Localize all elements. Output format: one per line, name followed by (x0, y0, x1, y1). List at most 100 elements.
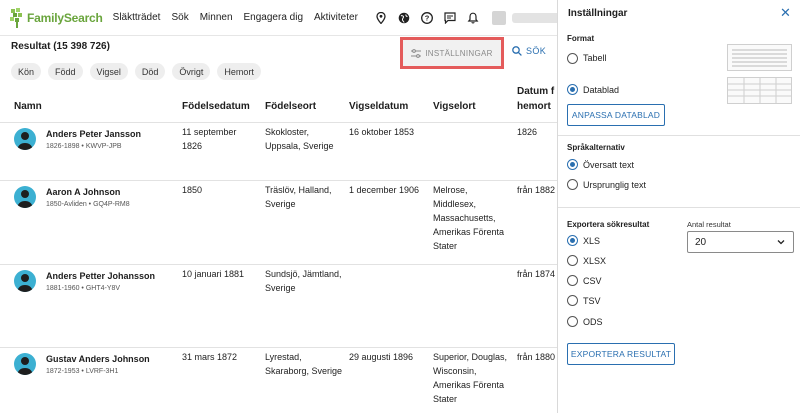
cell-birth-place: Uppsala, Sverige (265, 141, 334, 151)
cell-birth-place: Sverige (265, 283, 296, 293)
export-label-csv: CSV (583, 276, 602, 286)
table-row[interactable]: Anders Peter Jansson 1826-1898 • KWVP-JPB… (0, 122, 557, 180)
cell-marriage-date: 16 oktober 1853 (349, 127, 415, 137)
cell-birth-date: 10 januari 1881 (182, 269, 245, 279)
export-radio-tsv[interactable] (567, 295, 578, 306)
cell-marriage-date: 1 december 1906 (349, 185, 420, 195)
cell-marriage-place: Middlesex, (433, 199, 477, 209)
nav-icons: ? (375, 10, 572, 25)
settings-button[interactable]: INSTÄLLNINGAR (400, 37, 504, 69)
person-name-link[interactable]: Aaron A Johnson (46, 187, 120, 197)
panel-divider (558, 207, 800, 208)
column-header-name[interactable]: Namn (14, 101, 42, 112)
export-radio-ods[interactable] (567, 316, 578, 327)
language-section-title: Språkalternativ (567, 143, 625, 152)
cell-residence-date: från 1880 (517, 352, 556, 362)
search-label: SÖK (526, 46, 547, 56)
filter-chips: Kön Född Vigsel Död Övrigt Hemort (11, 63, 268, 80)
export-results-button[interactable]: EXPORTERA RESULTAT (567, 343, 675, 365)
export-label-tsv: TSV (583, 296, 601, 306)
customize-datasheet-button[interactable]: ANPASSA DATABLAD (567, 104, 665, 126)
format-radio-datasheet[interactable] (567, 84, 578, 95)
result-count-label: Antal resultat (687, 220, 731, 229)
sliders-icon (411, 48, 422, 58)
column-header-marriage-place[interactable]: Vigselort (433, 101, 476, 112)
help-icon[interactable]: ? (420, 11, 433, 24)
format-section-title: Format (567, 34, 595, 43)
user-avatar[interactable] (491, 10, 506, 25)
table-row[interactable]: Anders Petter Johansson 1881-1960 • GHT4-… (0, 264, 557, 347)
format-label-table: Tabell (583, 53, 607, 63)
cell-marriage-place: Massachusetts, (433, 213, 496, 223)
table-row[interactable]: Gustav Anders Johnson 1872-1953 • LVRF-3H… (0, 347, 557, 413)
format-label-datasheet: Datablad (583, 85, 620, 95)
column-header-birth-date[interactable]: Födelsedatum (182, 101, 250, 112)
cell-marriage-place: Amerikas Förenta (433, 380, 505, 390)
cell-marriage-place: Stater (433, 241, 458, 251)
cell-birth-date: 31 mars 1872 (182, 352, 238, 362)
cell-birth-place: Skokloster, (265, 127, 310, 137)
cell-birth-place: Sundsjö, Jämtland, (265, 269, 342, 279)
nav-item-memories[interactable]: Minnen (200, 12, 233, 23)
column-header-residence: hemort (517, 101, 551, 112)
nav-item-family-tree[interactable]: Släktträdet (113, 12, 161, 23)
nav-menu: Släktträdet Sök Minnen Engagera dig Akti… (113, 12, 369, 23)
cell-residence-date: från 1874 (517, 269, 556, 279)
cell-birth-date: 1826 (182, 141, 203, 151)
column-header-birth-place[interactable]: Födelseort (265, 101, 316, 112)
globe-icon[interactable] (398, 12, 410, 24)
person-avatar-icon (14, 270, 36, 292)
result-count-select[interactable]: 20 (687, 231, 794, 253)
language-radio-original[interactable] (567, 179, 578, 190)
table-row[interactable]: Aaron A Johnson 1850-Avliden • GQ4P-RM8 18… (0, 180, 557, 264)
filter-chip-birth[interactable]: Född (48, 63, 83, 80)
nav-item-search[interactable]: Sök (171, 12, 188, 23)
person-lifespan-id: 1850-Avliden • GQ4P-RM8 (46, 201, 130, 208)
cell-birth-place: Sverige (265, 199, 296, 209)
search-button[interactable]: SÖK (512, 46, 546, 56)
filter-chip-death[interactable]: Död (134, 63, 166, 80)
filter-chip-marriage[interactable]: Vigsel (89, 63, 128, 80)
cell-birth-date: 1850 (182, 185, 203, 195)
format-radio-table[interactable] (567, 53, 578, 64)
person-name-link[interactable]: Anders Peter Jansson (46, 129, 141, 139)
cell-residence-date: från 1882 (517, 185, 556, 195)
chevron-down-icon (777, 240, 785, 245)
filter-chip-residence[interactable]: Hemort (217, 63, 261, 80)
nav-item-activities[interactable]: Aktiviteter (314, 12, 358, 23)
export-radio-csv[interactable] (567, 275, 578, 286)
export-label-xls: XLS (583, 236, 601, 246)
export-radio-xls[interactable] (567, 235, 578, 246)
filter-chip-gender[interactable]: Kön (11, 63, 42, 80)
map-pin-icon[interactable] (375, 11, 387, 24)
panel-title: Inställningar (568, 8, 628, 19)
person-name-link[interactable]: Anders Petter Johansson (46, 271, 155, 281)
language-radio-translated[interactable] (567, 159, 578, 170)
cell-birth-place: Lyrestad, (265, 352, 302, 362)
close-icon[interactable]: ✕ (780, 5, 791, 21)
messages-icon[interactable] (444, 11, 456, 24)
person-name-link[interactable]: Gustav Anders Johnson (46, 354, 150, 364)
cell-birth-place: Träslöv, Halland, (265, 185, 332, 195)
column-header-residence-date[interactable]: Datum f (517, 86, 554, 97)
export-radio-xlsx[interactable] (567, 255, 578, 266)
export-label-xlsx: XLSX (583, 256, 607, 266)
tree-logo-icon (10, 7, 22, 28)
export-label-ods: ODS (583, 317, 603, 327)
familysearch-logo[interactable]: FamilySearch (10, 7, 103, 28)
person-lifespan-id: 1881-1960 • GHT4-Y8V (46, 285, 121, 292)
cell-marriage-date: 29 augusti 1896 (349, 352, 414, 362)
export-section-title: Exportera sökresultat (567, 220, 650, 229)
cell-marriage-place: Amerikas Förenta (433, 227, 505, 237)
results-count: Resultat (15 398 726) (11, 41, 110, 52)
bell-icon[interactable] (467, 12, 479, 24)
nav-item-get-involved[interactable]: Engagera dig (244, 12, 304, 23)
column-header-marriage-date[interactable]: Vigseldatum (349, 101, 408, 112)
datasheet-format-thumbnail (727, 77, 792, 104)
cell-birth-place: Skaraborg, Sverige (265, 366, 343, 376)
panel-divider (558, 135, 800, 136)
logo-text: FamilySearch (27, 10, 103, 25)
filter-chip-other[interactable]: Övrigt (172, 63, 211, 80)
person-avatar-icon (14, 128, 36, 150)
table-format-thumbnail (727, 44, 792, 71)
